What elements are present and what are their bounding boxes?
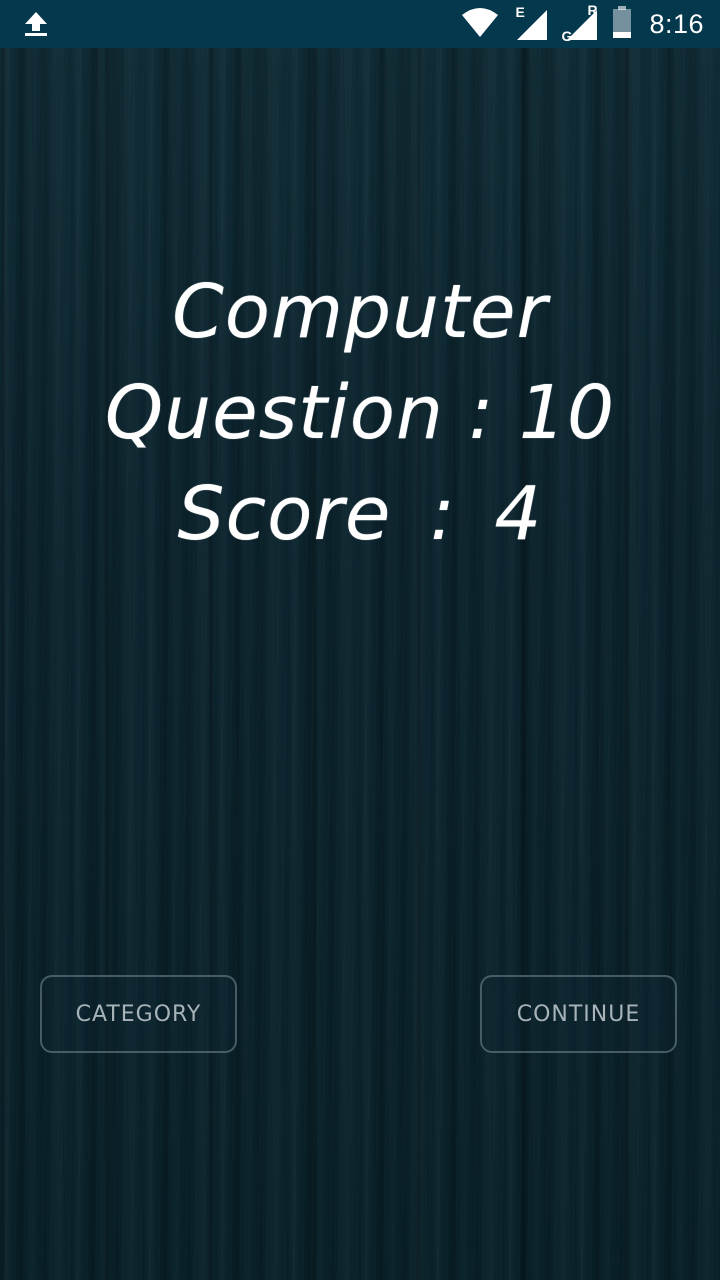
status-bar: E R G 8:16 [0,0,720,48]
continue-button-label: CONTINUE [516,1001,641,1027]
score-separator: : [429,471,456,557]
status-icons: E R G 8:16 [461,0,704,48]
quiz-result: Computer Question : 10 Score : 4 [0,262,720,565]
roaming-letter: R [587,2,598,18]
score-line: Score : 4 [0,464,720,565]
battery-icon [613,6,632,42]
cell-signal-icon: E [513,4,549,42]
network-type-letter: G [561,28,573,44]
question-value: 10 [518,370,616,456]
score-label: Score [177,471,392,557]
question-separator: : [468,370,495,456]
category-button-label: CATEGORY [75,1001,202,1027]
category-button[interactable]: CATEGORY [40,975,237,1053]
network-type-letter: E [515,4,525,20]
status-time: 8:16 [649,8,704,39]
question-label: Question [104,370,444,456]
wifi-icon [461,7,499,41]
upload-arrow-icon [22,10,50,38]
question-count-line: Question : 10 [0,363,720,464]
wood-background [0,0,720,1280]
cell-signal-icon: R G [561,2,599,44]
score-value: 4 [494,471,543,557]
continue-button[interactable]: CONTINUE [480,975,677,1053]
category-title: Computer [172,269,548,355]
